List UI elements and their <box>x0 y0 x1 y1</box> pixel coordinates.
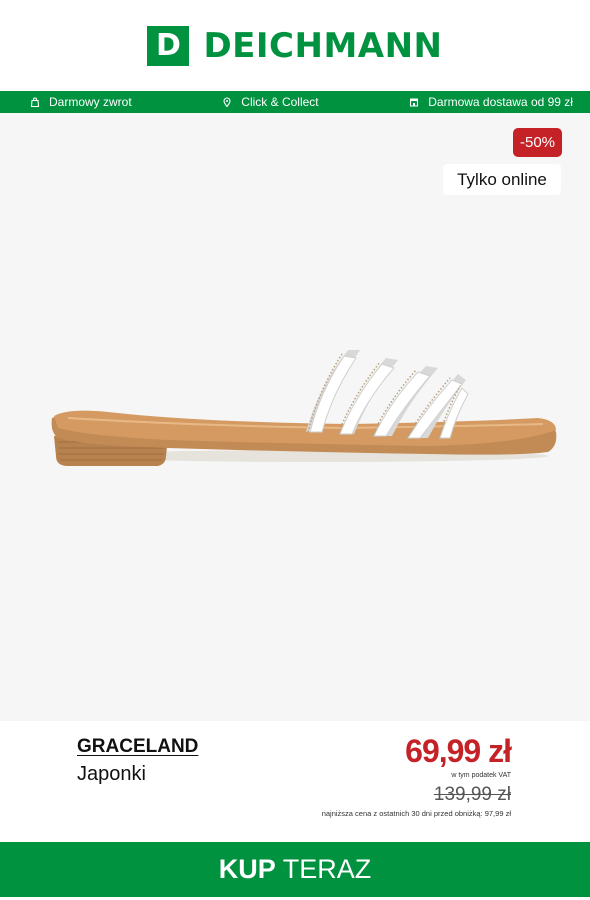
cta-text: TERAZ <box>282 854 372 884</box>
current-price: 69,99 zł <box>405 733 512 769</box>
benefits-bar: Darmowy zwrot Click & Collect Darmowa do… <box>0 91 590 113</box>
header: D DEICHMANN <box>0 0 590 91</box>
logo-letter: D <box>156 27 181 63</box>
location-pin-icon <box>223 97 231 107</box>
buy-now-button[interactable]: KUP TERAZ <box>0 842 590 897</box>
benefit-label: Click & Collect <box>241 95 319 109</box>
vat-note: w tym podatek VAT <box>451 772 511 779</box>
product-brand[interactable]: GRACELAND <box>77 736 198 758</box>
online-only-badge: Tylko online <box>443 164 561 195</box>
benefit-free-delivery[interactable]: Darmowa dostawa od 99 zł <box>409 95 573 109</box>
benefit-label: Darmowy zwrot <box>49 95 132 109</box>
logo-text: DEICHMANN <box>203 25 443 66</box>
product-info: GRACELAND Japonki 69,99 zł w tym podatek… <box>0 721 590 841</box>
cta-strong-text: KUP <box>218 854 276 884</box>
sandal-product-image <box>51 350 557 466</box>
deichmann-logo[interactable]: D DEICHMANN <box>147 25 443 66</box>
product-image-area[interactable]: -50% Tylko online <box>0 113 590 721</box>
benefit-free-return[interactable]: Darmowy zwrot <box>30 95 132 109</box>
store-icon <box>410 98 419 107</box>
old-price: 139,99 zł <box>433 784 511 805</box>
benefit-label: Darmowa dostawa od 99 zł <box>428 95 573 109</box>
logo-mark: D <box>147 25 190 66</box>
email-page: D DEICHMANN Darmowy zwrot Click & Collec… <box>0 0 590 900</box>
return-bag-icon <box>30 97 40 107</box>
discount-badge: -50% <box>513 128 562 157</box>
product-name: Japonki <box>77 763 146 785</box>
benefit-click-collect[interactable]: Click & Collect <box>222 95 319 109</box>
lowest-price-note: najniższa cena z ostatnich 30 dni przed … <box>321 809 511 818</box>
